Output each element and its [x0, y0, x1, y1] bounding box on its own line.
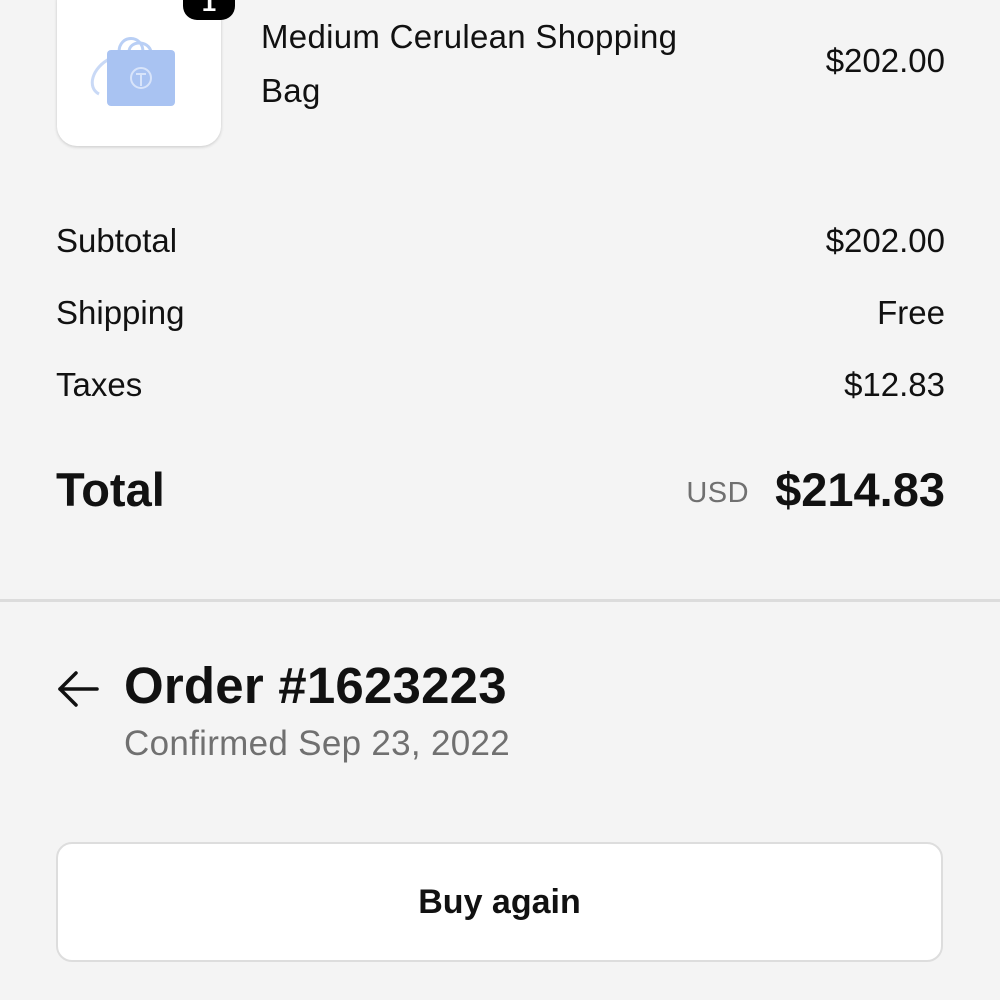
section-divider — [0, 599, 1000, 602]
order-summary: 1 Medium Cerulean Shopping Bag $202.00 S… — [0, 0, 1000, 600]
taxes-row: Taxes $12.83 — [56, 365, 945, 405]
arrow-left-icon — [58, 671, 99, 707]
subtotal-value: $202.00 — [825, 222, 945, 259]
order-title: Order #1623223 — [124, 657, 507, 714]
subtotal-row: Subtotal $202.00 — [56, 221, 945, 261]
currency-code: USD — [686, 477, 750, 509]
order-confirmed-date: Confirmed Sep 23, 2022 — [124, 724, 511, 763]
product-price: $202.00 — [825, 42, 945, 79]
taxes-value: $12.83 — [844, 366, 945, 403]
total-amount-group: USD $214.83 — [686, 462, 945, 517]
product-thumbnail[interactable] — [57, 0, 221, 146]
total-label: Total — [56, 463, 165, 516]
shipping-value: Free — [877, 294, 945, 331]
subtotal-label: Subtotal — [56, 222, 178, 259]
total-row: Total USD $214.83 — [56, 462, 945, 517]
shipping-row: Shipping Free — [56, 293, 945, 333]
shopping-bag-icon — [90, 37, 175, 106]
total-value: $214.83 — [775, 463, 945, 516]
quantity-badge: 1 — [183, 0, 235, 20]
shipping-label: Shipping — [56, 294, 185, 331]
back-button[interactable] — [57, 670, 99, 708]
taxes-label: Taxes — [56, 366, 143, 403]
buy-again-button[interactable]: Buy again — [56, 842, 943, 962]
product-name: Medium Cerulean Shopping Bag — [261, 18, 678, 109]
